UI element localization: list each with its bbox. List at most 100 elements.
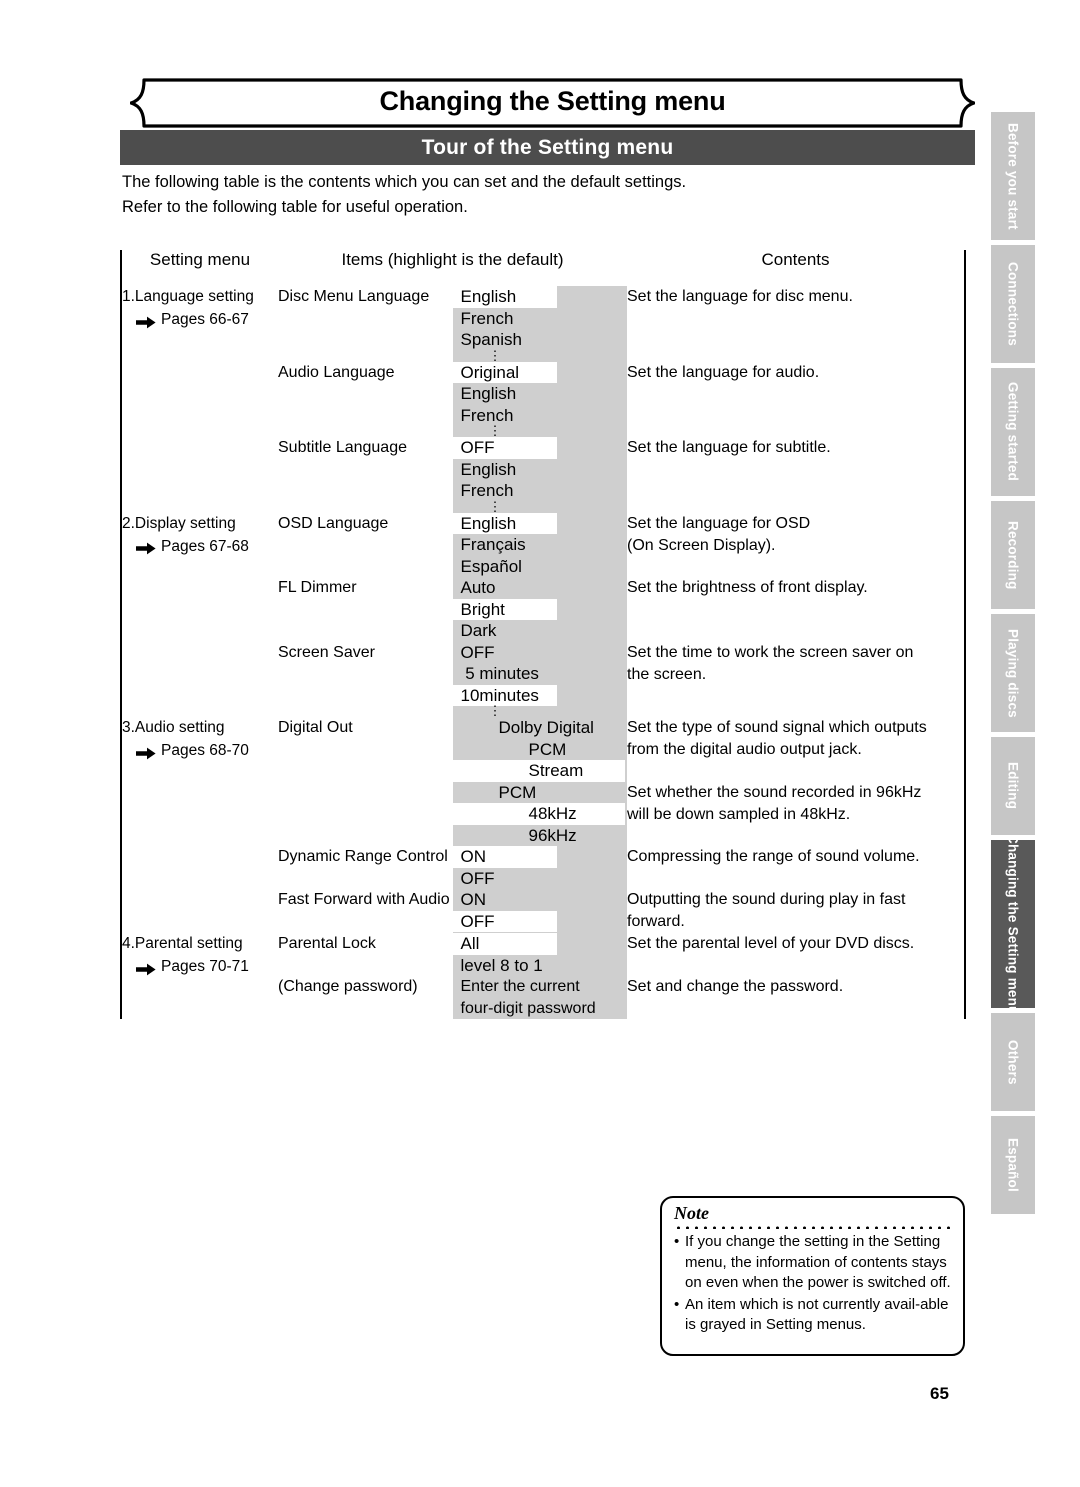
chapter-tab-others[interactable]: Others	[991, 1013, 1035, 1111]
chapter-tab-label: Getting started	[1005, 382, 1021, 482]
option[interactable]: PCM	[453, 782, 628, 804]
option-default[interactable]: 10minutes	[452, 684, 557, 706]
setting-item-description: Compressing the range of sound volume.	[627, 846, 965, 889]
setting-group-name: 2.Display setting	[122, 514, 236, 532]
option-default[interactable]: ON	[452, 846, 557, 868]
option-default[interactable]: 48kHz	[452, 803, 625, 825]
section-subtitle: Tour of the Setting menu	[421, 135, 674, 159]
setting-item-name: Subtitle Language	[278, 439, 407, 456]
description-line-2: forward.	[627, 913, 685, 930]
setting-item-name: Parental Lock	[278, 935, 376, 952]
chapter-tab-label: Editing	[1005, 762, 1021, 810]
option[interactable]: PCM	[453, 739, 628, 761]
description-line-2: (On Screen Display).	[627, 536, 776, 554]
option[interactable]: Spanish	[453, 329, 628, 351]
arrow-right-icon	[136, 747, 156, 759]
option[interactable]: Español	[453, 556, 628, 578]
setting-item-name: OSD Language	[278, 514, 389, 532]
setting-group-pages-ref: Pages 66-67	[122, 309, 278, 331]
setting-item-name: Screen Saver	[278, 643, 375, 661]
description-line-1: Set the parental level of your DVD discs…	[627, 935, 915, 952]
option-default[interactable]: OFF	[452, 910, 557, 932]
settings-table: Setting menu Items (highlight is the defa…	[120, 250, 966, 1019]
setting-item-description: Set the brightness of front display.	[627, 577, 965, 642]
option[interactable]: OFF	[453, 642, 628, 664]
option[interactable]: French	[453, 480, 628, 502]
option-default[interactable]: Stream	[452, 760, 625, 782]
note-list-item-text: If you change the setting in the Setting…	[685, 1233, 951, 1291]
setting-item-description: Set whether the sound recorded in 96kHz w…	[627, 782, 965, 847]
page-number: 65	[930, 1384, 949, 1403]
section-subtitle-bar: Tour of the Setting menu	[120, 130, 975, 165]
chapter-tab-editing[interactable]: Editing	[991, 737, 1035, 835]
setting-item-options: All level 8 to 1	[452, 933, 628, 977]
option[interactable]: 96kHz	[453, 825, 628, 847]
setting-group-pages-ref: Pages 68-70	[122, 740, 278, 762]
option-default[interactable]: English	[452, 512, 557, 534]
setting-item-options: OFF English French ⋮	[452, 437, 628, 513]
option[interactable]: Dark	[453, 620, 628, 642]
setting-item-description: Set the type of sound signal which outpu…	[627, 717, 965, 782]
bullet-icon: •	[674, 1233, 680, 1250]
option[interactable]: English	[453, 383, 628, 405]
setting-item-name: Fast Forward with Audio	[278, 891, 450, 908]
more-options-indicator: ⋮	[488, 347, 502, 363]
option[interactable]: Auto	[453, 577, 628, 599]
setting-group-pages-label: Pages 67-68	[161, 537, 249, 555]
option-default[interactable]: English	[452, 286, 557, 308]
intro-line-1: The following table is the contents whic…	[122, 173, 687, 191]
description-line-2: the screen.	[627, 665, 707, 683]
option[interactable]: Dolby Digital	[453, 717, 628, 739]
description-line-2: will be down sampled in 48kHz.	[627, 805, 851, 823]
description-line-1: Set the brightness of front display.	[627, 579, 868, 596]
arrow-right-icon	[136, 314, 156, 328]
arrow-right-icon	[136, 963, 156, 975]
setting-item-name: Disc Menu Language	[278, 288, 430, 305]
note-box: Note • If you change the setting in the S…	[660, 1196, 965, 1356]
description-line-1: Set the language for audio.	[627, 363, 820, 381]
description-line-1: Set whether the sound recorded in 96kHz	[627, 783, 922, 801]
setting-item-name: (Change password)	[278, 978, 418, 995]
chapter-tab-recording[interactable]: Recording	[991, 501, 1035, 609]
setting-group-cell: 1.Language setting Pages 66-67	[121, 286, 278, 513]
table-header-row: Setting menu Items (highlight is the defa…	[121, 250, 965, 286]
chapter-tab-before-you-start[interactable]: Before you start	[991, 112, 1035, 240]
option[interactable]: English	[453, 459, 628, 481]
setting-item-description: Set the language for OSD (On Screen Displ…	[627, 513, 965, 578]
setting-item-name	[278, 782, 453, 847]
option[interactable]: OFF	[453, 868, 628, 890]
chapter-tab-espa-ol[interactable]: Español	[991, 1116, 1035, 1214]
option-default[interactable]: All	[452, 933, 557, 955]
option[interactable]: level 8 to 1	[453, 955, 628, 977]
intro-paragraph: The following table is the contents whic…	[122, 170, 962, 220]
option[interactable]: four-digit password	[453, 998, 628, 1020]
setting-group-name: 1.Language setting	[122, 288, 254, 305]
setting-item-name: Audio Language	[278, 363, 395, 381]
option-default[interactable]: OFF	[452, 437, 557, 459]
table-header-items: Items (highlight is the default)	[341, 250, 564, 269]
note-title: Note	[674, 1203, 709, 1223]
table-row: 2.Display setting Pages 67-68 OSD Language…	[121, 512, 965, 578]
chapter-tab-rail: Before you start Connections Getting start…	[991, 112, 1035, 1219]
option-default[interactable]: Bright	[452, 598, 557, 620]
more-options-indicator: ⋮	[488, 423, 502, 438]
chapter-tab-getting-started[interactable]: Getting started	[991, 368, 1035, 496]
setting-item-options: ON OFF	[452, 889, 628, 933]
option[interactable]: 5 minutes	[453, 663, 628, 685]
chapter-tab-playing-discs[interactable]: Playing discs	[991, 614, 1035, 732]
table-header-setting-menu: Setting menu	[149, 250, 251, 269]
chapter-tab-changing-the-setting-menu[interactable]: Changing the Setting menu	[991, 840, 1035, 1008]
option-default[interactable]: Original	[452, 361, 557, 383]
setting-group-pages-ref: Pages 67-68	[122, 536, 278, 558]
more-options-indicator: ⋮	[488, 703, 502, 718]
setting-group-cell: 3.Audio setting Pages 68-70	[121, 717, 278, 933]
option[interactable]: French	[453, 308, 628, 330]
page-title: Changing the Setting menu	[379, 86, 726, 116]
option[interactable]: Français	[453, 534, 628, 556]
setting-group-cell: 4.Parental setting Pages 70-71	[121, 933, 278, 1019]
option[interactable]: French	[453, 405, 628, 427]
option[interactable]: Enter the current	[453, 976, 628, 998]
chapter-tab-connections[interactable]: Connections	[991, 245, 1035, 363]
option[interactable]: ON	[453, 889, 628, 911]
setting-item-options: Auto Bright Dark	[452, 577, 628, 642]
